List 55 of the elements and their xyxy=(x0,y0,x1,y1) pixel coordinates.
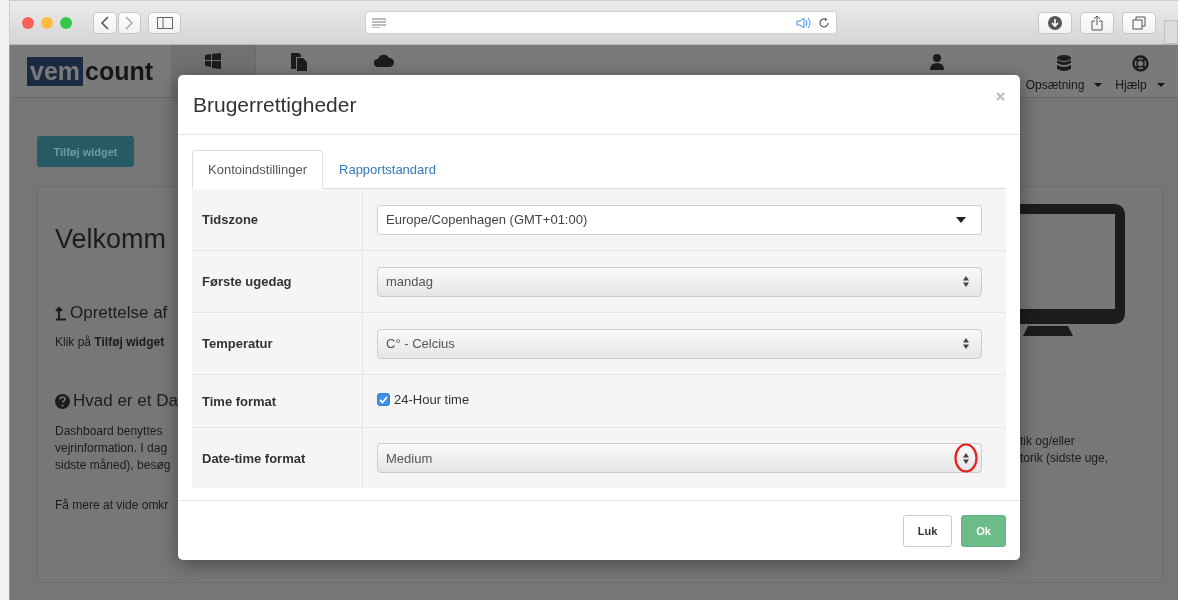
dialog-title: Brugerrettigheder xyxy=(193,92,357,117)
caret-icon xyxy=(956,216,966,223)
database-icon xyxy=(1057,54,1071,72)
tab[interactable]: Rapportstandard xyxy=(323,150,452,189)
paragraph: Få mere at vide omkr xyxy=(55,498,170,512)
section-heading: Hvad er et Da xyxy=(73,391,178,411)
up-down-arrows-icon xyxy=(963,452,969,464)
paragraph: Klik på Tilføj widget xyxy=(55,335,166,349)
download-icon xyxy=(1047,15,1062,30)
lifebuoy-icon xyxy=(1131,54,1149,72)
question-icon xyxy=(55,393,70,409)
select-field[interactable]: C° - Celcius xyxy=(377,328,982,359)
paragraph: tik og/eller torik (sidste uge, xyxy=(1020,433,1110,467)
back-icon xyxy=(99,15,110,30)
nav-menu[interactable]: Hjælp xyxy=(1102,50,1178,92)
setting-label: Temperatur xyxy=(192,313,363,374)
back-button[interactable] xyxy=(93,11,117,34)
reload-icon[interactable] xyxy=(817,16,830,29)
share-button[interactable] xyxy=(1079,11,1115,34)
welcome-title: Velkomm xyxy=(55,224,168,255)
share-icon xyxy=(1090,14,1103,31)
setting-label: Første ugedag xyxy=(192,251,363,312)
cloud-icon xyxy=(373,53,394,67)
checkbox[interactable] xyxy=(377,393,390,406)
setting-label: Tidszone xyxy=(192,189,363,250)
close-button[interactable] xyxy=(996,92,1005,101)
user-icon[interactable] xyxy=(930,54,944,70)
select-field[interactable]: mandag xyxy=(377,266,982,297)
close-window-icon[interactable] xyxy=(22,16,34,29)
logo: vem count xyxy=(27,56,154,86)
speaker-icon[interactable] xyxy=(795,16,812,29)
up-down-arrows-icon xyxy=(963,338,969,349)
paragraph: Dashboard benyttes vejrinformation. I dag sidste måned), besøg xyxy=(55,423,172,474)
tabs-button[interactable] xyxy=(1122,11,1157,34)
monitor-icon xyxy=(1020,204,1125,337)
upload-icon xyxy=(55,305,67,321)
documents-icon xyxy=(290,53,307,71)
setting-label: Time format xyxy=(192,375,363,427)
close-dialog-button[interactable]: Luk xyxy=(902,514,953,547)
tabs-icon xyxy=(1132,15,1147,30)
sidebar-icon xyxy=(156,16,173,29)
section-heading: Oprettelse af xyxy=(70,303,168,323)
reader-icon[interactable] xyxy=(372,17,387,28)
checkbox-label: 24-Hour time xyxy=(394,392,470,407)
select-field[interactable]: Medium xyxy=(377,443,982,473)
setting-label: Date-time format xyxy=(192,428,363,488)
download-button[interactable] xyxy=(1037,11,1072,34)
windows-icon xyxy=(205,53,222,69)
sidebar-button[interactable] xyxy=(148,11,182,34)
forward-icon xyxy=(124,15,135,30)
zoom-window-icon[interactable] xyxy=(60,16,72,29)
timezone-dropdown[interactable]: Europe/Copenhagen (GMT+01:00) xyxy=(377,204,982,235)
tab[interactable]: Kontoindstillinger xyxy=(192,150,323,189)
up-down-arrows-icon xyxy=(963,276,969,287)
nav-menu[interactable]: Opsætning xyxy=(1026,50,1102,92)
